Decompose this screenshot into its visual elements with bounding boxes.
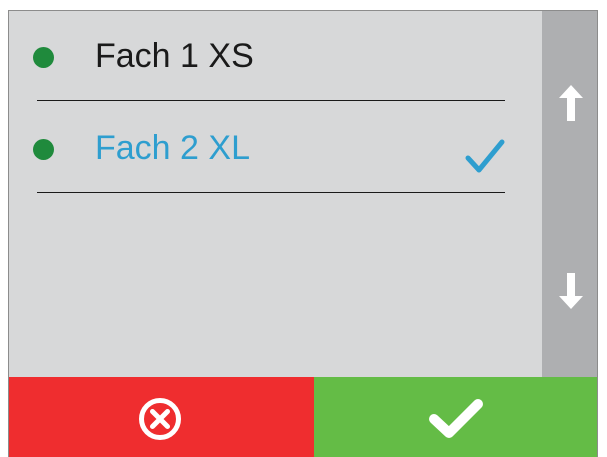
cancel-circle-x-icon — [139, 398, 181, 440]
list-item-fach-1[interactable]: Fach 1 XS — [9, 11, 542, 101]
dialog-footer — [9, 377, 597, 457]
checkmark-icon — [429, 399, 483, 438]
cancel-button[interactable] — [9, 377, 314, 457]
compartment-list: Fach 1 XS Fach 2 XL — [9, 11, 542, 377]
compartment-select-dialog: Fach 1 XS Fach 2 XL — [8, 10, 598, 457]
confirm-button[interactable] — [314, 377, 597, 457]
arrow-up-icon — [559, 85, 583, 121]
arrow-down-icon — [559, 273, 583, 309]
list-item-label: Fach 1 XS — [95, 37, 254, 75]
scroll-down-button[interactable] — [542, 261, 597, 321]
status-dot-icon — [33, 139, 54, 160]
list-item-fach-2[interactable]: Fach 2 XL — [9, 103, 542, 193]
list-divider — [37, 100, 505, 101]
status-dot-icon — [33, 47, 54, 68]
scrollbar[interactable] — [542, 11, 597, 377]
selected-check-icon — [465, 139, 505, 173]
scroll-up-button[interactable] — [542, 73, 597, 133]
list-item-label: Fach 2 XL — [95, 129, 250, 167]
list-divider — [37, 192, 505, 193]
